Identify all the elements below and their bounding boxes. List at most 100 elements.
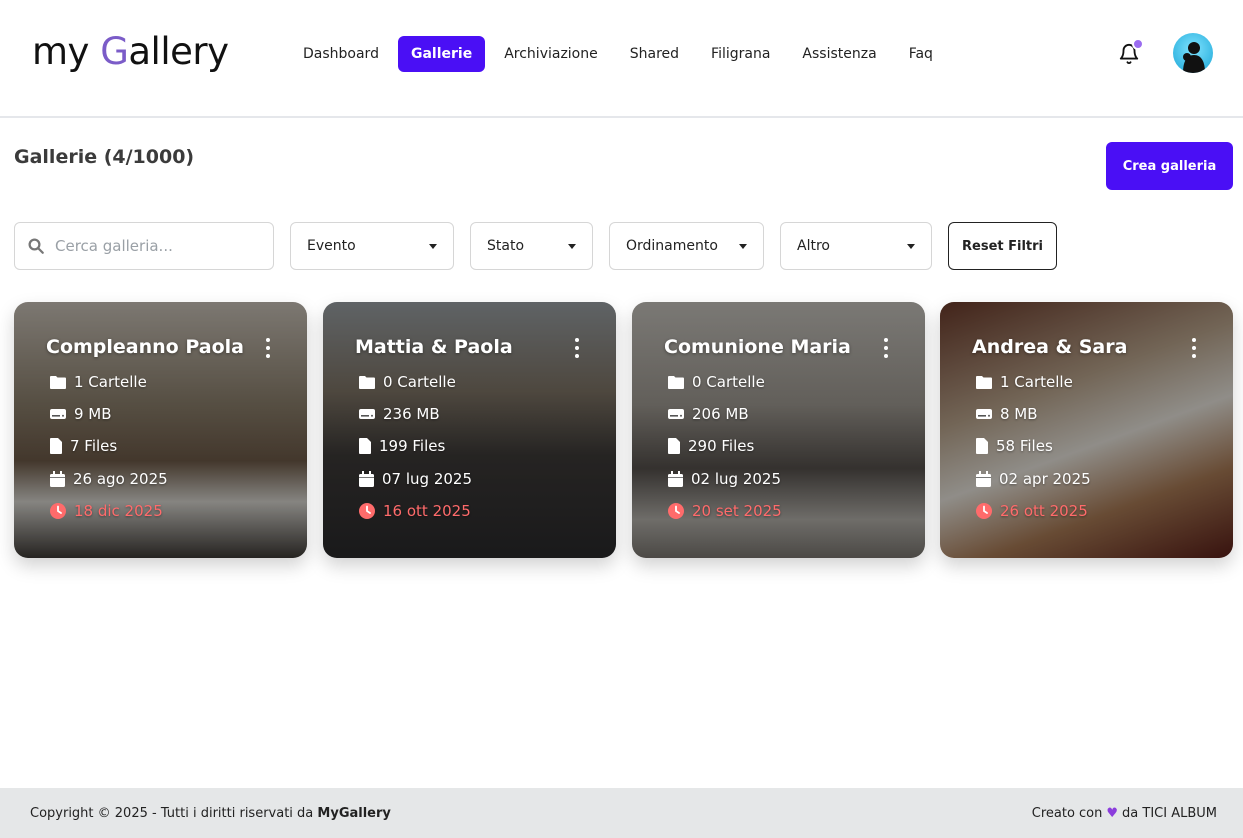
expiry-info: 16 ott 2025 — [359, 500, 471, 522]
gallery-card[interactable]: Compleanno Paola 1 Cartelle 9 MB 7 Files… — [14, 302, 307, 558]
gallery-title: Mattia & Paola — [355, 336, 513, 358]
file-icon — [976, 438, 988, 454]
reset-filters-button[interactable]: Reset Filtri — [948, 222, 1057, 270]
more-options-icon[interactable] — [883, 338, 889, 358]
filter-stato-label: Stato — [487, 238, 525, 254]
folder-icon — [668, 376, 684, 389]
size-info: 8 MB — [976, 403, 1038, 425]
storage-size: 9 MB — [74, 405, 112, 423]
date-info: 07 lug 2025 — [359, 468, 472, 490]
filter-ordinamento[interactable]: Ordinamento — [609, 222, 764, 270]
file-icon — [668, 438, 680, 454]
files-count: 7 Files — [70, 437, 118, 455]
file-icon — [359, 438, 371, 454]
event-date: 07 lug 2025 — [382, 470, 472, 488]
event-date: 02 lug 2025 — [691, 470, 781, 488]
clock-icon — [668, 503, 684, 519]
expiry-date: 16 ott 2025 — [383, 502, 471, 520]
created-prefix: Creato con — [1031, 805, 1103, 821]
avatar-silhouette-icon — [1183, 42, 1205, 73]
nav-faq[interactable]: Faq — [896, 36, 946, 72]
create-gallery-button[interactable]: Crea galleria — [1106, 142, 1233, 190]
clock-icon — [976, 503, 992, 519]
folder-icon — [50, 376, 66, 389]
date-info: 02 lug 2025 — [668, 468, 781, 490]
nav-assistenza[interactable]: Assistenza — [789, 36, 889, 72]
search-input[interactable] — [55, 237, 255, 255]
gallery-card[interactable]: Mattia & Paola 0 Cartelle 236 MB 199 Fil… — [323, 302, 616, 558]
size-info: 9 MB — [50, 403, 112, 425]
expiry-date: 18 dic 2025 — [74, 502, 163, 520]
chevron-down-icon — [739, 243, 747, 249]
folders-count: 1 Cartelle — [74, 373, 147, 391]
search-box[interactable] — [14, 222, 274, 270]
search-icon — [28, 238, 44, 254]
calendar-icon — [976, 471, 991, 487]
top-header: my Gallery Dashboard Gallerie Archiviazi… — [0, 0, 1243, 118]
nav-shared[interactable]: Shared — [617, 36, 692, 72]
more-options-icon[interactable] — [265, 338, 271, 358]
files-count: 58 Files — [996, 437, 1053, 455]
storage-size: 206 MB — [692, 405, 749, 423]
event-date: 02 apr 2025 — [999, 470, 1091, 488]
file-icon — [50, 438, 62, 454]
expiry-info: 20 set 2025 — [668, 500, 782, 522]
expiry-info: 18 dic 2025 — [50, 500, 163, 522]
storage-icon — [50, 409, 66, 419]
folders-info: 0 Cartelle — [668, 371, 765, 393]
heart-icon: ♥ — [1106, 805, 1119, 821]
footer: Copyright © 2025 - Tutti i diritti riser… — [0, 788, 1243, 838]
brand-name: MyGallery — [317, 805, 391, 821]
folders-info: 1 Cartelle — [50, 371, 147, 393]
more-options-icon[interactable] — [1191, 338, 1197, 358]
logo[interactable]: my Gallery — [32, 30, 229, 73]
folder-icon — [976, 376, 992, 389]
gallery-title: Andrea & Sara — [972, 336, 1128, 358]
gallery-title: Compleanno Paola — [46, 336, 244, 358]
user-avatar[interactable] — [1173, 33, 1213, 73]
expiry-info: 26 ott 2025 — [976, 500, 1088, 522]
created-suffix: da TICI ALBUM — [1122, 805, 1217, 821]
more-options-icon[interactable] — [574, 338, 580, 358]
calendar-icon — [50, 471, 65, 487]
folders-count: 1 Cartelle — [1000, 373, 1073, 391]
folders-info: 1 Cartelle — [976, 371, 1073, 393]
filter-ordinamento-label: Ordinamento — [626, 238, 718, 254]
storage-size: 236 MB — [383, 405, 440, 423]
expiry-date: 20 set 2025 — [692, 502, 782, 520]
clock-icon — [50, 503, 66, 519]
page-title: Gallerie (4/1000) — [14, 146, 195, 168]
size-info: 236 MB — [359, 403, 440, 425]
nav-filigrana[interactable]: Filigrana — [698, 36, 783, 72]
date-info: 26 ago 2025 — [50, 468, 168, 490]
event-date: 26 ago 2025 — [73, 470, 168, 488]
filter-altro-label: Altro — [797, 238, 830, 254]
filter-altro[interactable]: Altro — [780, 222, 932, 270]
nav-dashboard[interactable]: Dashboard — [290, 36, 392, 72]
files-info: 199 Files — [359, 435, 445, 457]
folders-count: 0 Cartelle — [692, 373, 765, 391]
calendar-icon — [668, 471, 683, 487]
nav-gallerie[interactable]: Gallerie — [397, 36, 486, 72]
storage-icon — [359, 409, 375, 419]
calendar-icon — [359, 471, 374, 487]
filter-stato[interactable]: Stato — [470, 222, 593, 270]
gallery-title: Comunione Maria — [664, 336, 851, 358]
nav-archiviazione[interactable]: Archiviazione — [491, 36, 611, 72]
filter-evento[interactable]: Evento — [290, 222, 454, 270]
copyright-text: Copyright © 2025 - Tutti i diritti riser… — [30, 806, 391, 821]
storage-size: 8 MB — [1000, 405, 1038, 423]
folders-count: 0 Cartelle — [383, 373, 456, 391]
clock-icon — [359, 503, 375, 519]
logo-prefix: my — [32, 30, 101, 73]
files-info: 58 Files — [976, 435, 1053, 457]
filter-evento-label: Evento — [307, 238, 356, 254]
files-count: 199 Files — [379, 437, 446, 455]
gallery-card[interactable]: Andrea & Sara 1 Cartelle 8 MB 58 Files 0… — [940, 302, 1233, 558]
files-count: 290 Files — [688, 437, 755, 455]
gallery-card[interactable]: Comunione Maria 0 Cartelle 206 MB 290 Fi… — [632, 302, 925, 558]
logo-g: G — [100, 30, 129, 73]
folder-icon — [359, 376, 375, 389]
chevron-down-icon — [907, 243, 915, 249]
storage-icon — [976, 409, 992, 419]
